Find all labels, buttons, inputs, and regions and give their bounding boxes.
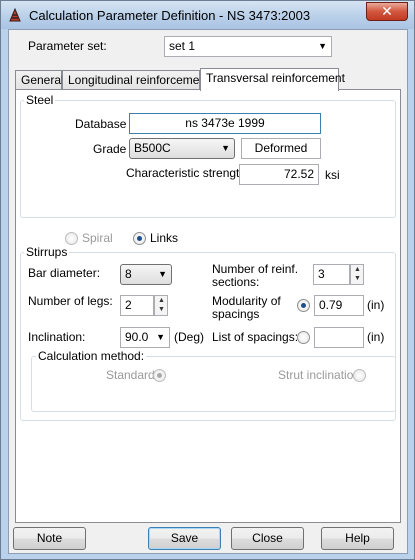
inclination-dropdown[interactable]: 90.0 ▼ (120, 327, 170, 348)
dialog-window: Calculation Parameter Definition - NS 34… (0, 0, 415, 560)
standard-label: Standard (106, 368, 155, 382)
inclination-unit: (Deg) (174, 330, 205, 344)
modularity-unit: (in) (367, 298, 385, 312)
bar-diameter-value: 8 (125, 267, 132, 281)
bar-diameter-dropdown[interactable]: 8 ▼ (120, 264, 172, 285)
grade-value: B500C (134, 141, 171, 155)
list-spacings-field[interactable] (314, 327, 364, 348)
modularity-field[interactable]: 0.79 (314, 295, 364, 316)
window-title: Calculation Parameter Definition - NS 34… (29, 8, 311, 23)
modularity-radio[interactable] (297, 299, 310, 312)
database-label: Database (75, 117, 127, 131)
tab-longitudinal-reinforcement[interactable]: Longitudinal reinforcement (62, 70, 209, 90)
list-spacings-radio[interactable] (297, 331, 310, 344)
spin-up-icon: ▲ (158, 297, 165, 304)
inclination-value: 90.0 (125, 330, 149, 344)
grade-label: Grade (93, 142, 127, 156)
characteristic-strength-field[interactable]: 72.52 (239, 164, 319, 185)
modularity-label-line1: Modularity of (212, 294, 281, 308)
num-legs-label: Number of legs: (28, 294, 113, 308)
links-label: Links (150, 231, 179, 245)
standard-radio[interactable] (153, 369, 166, 382)
chevron-down-icon: ▼ (318, 41, 327, 51)
stirrups-group-title: Stirrups (24, 245, 70, 259)
num-legs-spinner[interactable]: ▲ ▼ (154, 295, 168, 316)
dialog-client: Parameter set: set 1 ▼ General Longitudi… (8, 29, 408, 554)
spin-up-icon: ▲ (354, 266, 361, 273)
list-spacings-label: List of spacings: (212, 330, 299, 344)
database-field[interactable]: ns 3473e 1999 (129, 113, 321, 134)
strut-inclination-label: Strut inclination (278, 368, 361, 382)
strut-inclination-radio[interactable] (353, 369, 366, 382)
list-spacings-unit: (in) (367, 330, 385, 344)
num-sections-label-line1: Number of reinf. (212, 262, 299, 276)
note-button[interactable]: Note (13, 527, 86, 550)
chevron-down-icon: ▼ (156, 332, 165, 342)
spiral-radio[interactable] (65, 232, 78, 245)
parameter-set-dropdown[interactable]: set 1 ▼ (164, 36, 332, 57)
help-button[interactable]: Help (321, 527, 394, 550)
spiral-label: Spiral (82, 231, 113, 245)
tab-general[interactable]: General (15, 70, 64, 90)
parameter-set-label: Parameter set: (28, 39, 107, 53)
num-legs-field[interactable]: 2 (120, 295, 154, 316)
spin-down-icon: ▼ (354, 275, 361, 282)
num-sections-label-line2: sections: (212, 275, 260, 289)
modularity-label-line2: spacings (212, 307, 260, 321)
num-sections-field[interactable]: 3 (313, 264, 350, 285)
window-close-button[interactable]: ✕ (366, 2, 408, 21)
spin-down-icon: ▼ (158, 306, 165, 313)
grade-dropdown[interactable]: B500C ▼ (129, 138, 235, 159)
links-radio[interactable] (133, 232, 146, 245)
characteristic-strength-label: Characteristic strength (126, 166, 247, 180)
bar-diameter-label: Bar diameter: (28, 266, 101, 280)
title-bar[interactable]: Calculation Parameter Definition - NS 34… (1, 1, 414, 29)
num-sections-spinner[interactable]: ▲ ▼ (350, 264, 364, 285)
parameter-set-value: set 1 (169, 39, 196, 53)
app-icon (9, 7, 21, 22)
calc-method-title: Calculation method: (36, 349, 147, 363)
chevron-down-icon: ▼ (158, 269, 167, 279)
steel-group-title: Steel (24, 93, 56, 107)
tab-transversal-reinforcement[interactable]: Transversal reinforcement (200, 68, 345, 91)
characteristic-strength-unit: ksi (325, 168, 340, 182)
calc-method-group (31, 356, 396, 412)
chevron-down-icon: ▼ (221, 143, 230, 153)
transversal-tab-panel: Steel Database ns 3473e 1999 Grade B500C… (15, 89, 401, 523)
save-button[interactable]: Save (148, 527, 221, 550)
deformed-field: Deformed (241, 138, 321, 159)
close-button[interactable]: Close (231, 527, 304, 550)
inclination-label: Inclination: (28, 330, 86, 344)
